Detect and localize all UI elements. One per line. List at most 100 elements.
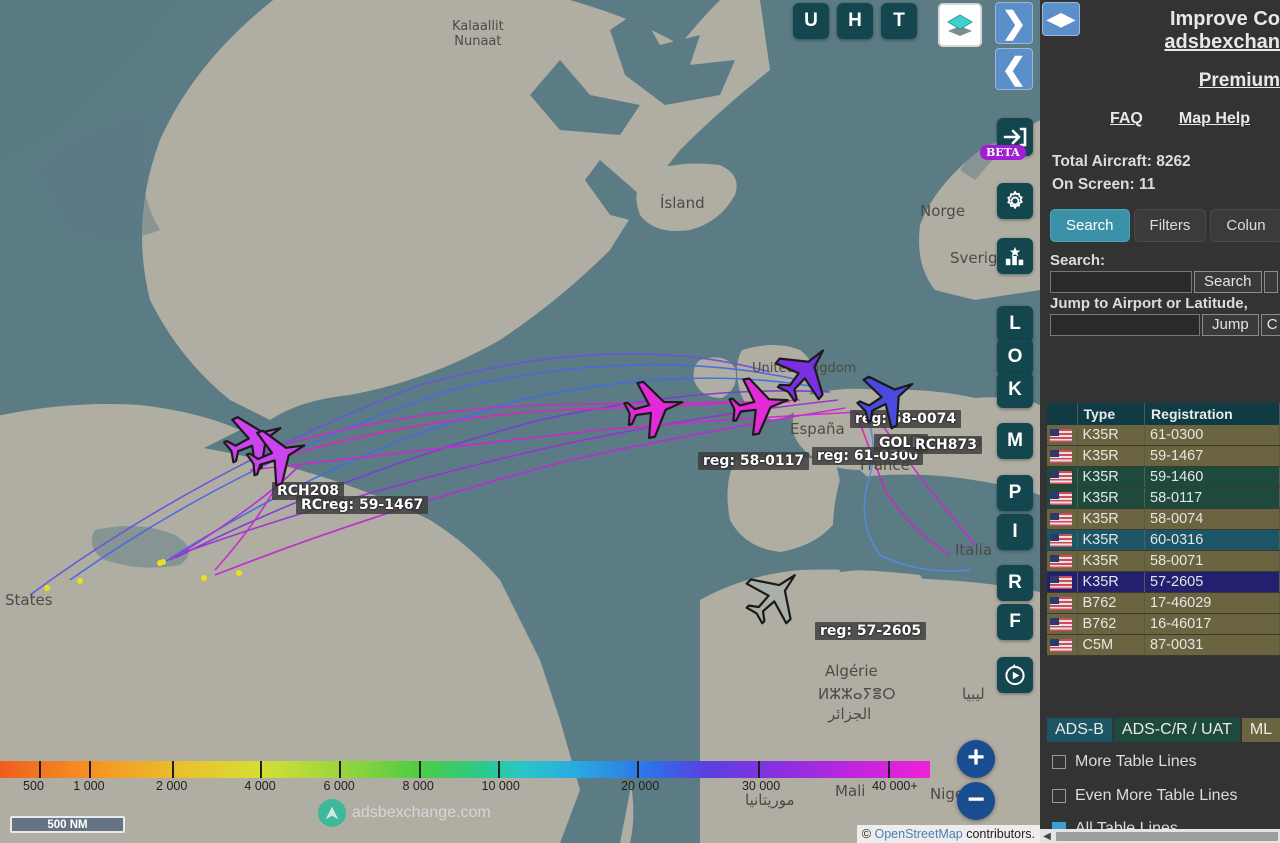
jump-input[interactable] [1050,313,1200,336]
map-side-button-p[interactable]: P [997,475,1033,511]
sidebar-resize-handle[interactable]: ◀▶ [1042,2,1080,36]
row-type: B762 [1077,613,1146,635]
osm-link[interactable]: OpenStreetMap [874,827,962,841]
table-row[interactable]: B76217-46029RCH873 [1047,592,1280,614]
scale-tick-40000 [888,761,891,778]
zoom-out-button[interactable]: − [957,782,995,820]
jump-button[interactable]: Jump [1202,313,1259,336]
checkbox-even-more-table-lines[interactable]: Even More Table Lines [1052,787,1237,805]
adsbexchange-logo-icon [318,799,346,827]
us-flag-icon [1050,470,1072,484]
search-input-row: Search [1050,270,1280,293]
table-row[interactable]: K35R 57-2605 [1047,571,1280,593]
layers-icon[interactable] [938,3,982,47]
us-flag-icon [1050,428,1072,442]
row-registration: 17-46029 [1144,592,1280,614]
us-flag-icon [1050,638,1072,652]
map-side-button-l[interactable]: L [997,306,1033,342]
settings-button[interactable] [997,183,1033,219]
map-help-link[interactable]: Map Help [1179,110,1250,128]
map-button-u[interactable]: U [793,3,829,39]
row-type: K35R [1077,445,1146,467]
col-flag[interactable] [1047,403,1078,425]
search-extra-button[interactable] [1263,270,1278,293]
table-row[interactable]: K35R 59-1460 [1047,466,1280,488]
table-row[interactable]: B76216-46017RCH208 [1047,613,1280,635]
aircraft-label-reg-58-0117[interactable]: reg: 58-0117 [698,452,810,470]
row-flag [1047,508,1078,530]
adsb-exchange-app: Kalaallit Nunaat Ísland Norge Sverige United… [0,0,1280,843]
map-button-h[interactable]: H [837,3,873,39]
scroll-left-arrow-icon[interactable]: ◀ [1040,831,1054,842]
layers-glyph [947,14,973,36]
map-side-button-m[interactable]: M [997,423,1033,459]
aircraft-label-reg-57-2605[interactable]: reg: 57-2605 [815,622,927,640]
badge-adsb[interactable]: ADS-B [1047,718,1112,742]
badge-mlat[interactable]: ML [1241,718,1280,742]
tab-filters[interactable]: Filters [1133,208,1207,242]
zoom-in-button[interactable]: + [957,740,995,778]
altitude-scale-labels: 500 1 000 2 000 4 000 6 000 8 000 10 000 20 000… [0,779,960,797]
aircraft-label-reg-58-0074[interactable]: reg: 58-0074 [850,410,962,428]
aircraft-label-reg-59-1467[interactable]: RCreg: 59-1467 [296,496,429,514]
scrollbar-thumb[interactable] [1056,831,1278,841]
tab-search[interactable]: Search [1050,208,1130,242]
table-row[interactable]: K35R 59-1467 [1047,445,1280,467]
table-row[interactable]: K35R60-0316GOLD91 [1047,529,1280,551]
checkbox-even-more-table-lines-box[interactable] [1052,789,1066,803]
aircraft-table[interactable]: Type Registration Callsign K35R61-0300K3… [1047,403,1280,656]
col-type[interactable]: Type [1077,403,1146,425]
faq-link[interactable]: FAQ [1110,110,1143,128]
scale-label-1000: 1 000 [73,779,105,793]
row-type: K35R [1077,425,1146,446]
row-flag [1047,445,1078,467]
badge-adsc-uat[interactable]: ADS-C/R / UAT [1113,718,1240,742]
row-flag [1047,571,1078,593]
tab-columns[interactable]: Colun [1210,208,1280,242]
map-canvas[interactable]: Kalaallit Nunaat Ísland Norge Sverige United… [0,0,1040,843]
panel-collapse-left-button[interactable]: ❮ [995,48,1033,90]
panel-expand-right-button[interactable]: ❯ [995,2,1033,44]
watermark-text: adsbexchange.com [352,804,491,821]
row-type: K35R [1077,571,1146,593]
map-button-t[interactable]: T [881,3,917,39]
table-row[interactable]: C5M87-0031RCH2077 [1047,634,1280,656]
premium-link[interactable]: Premium [1178,70,1280,92]
map-side-button-f[interactable]: F [997,604,1033,640]
col-registration[interactable]: Registration [1144,403,1280,425]
scale-label-10000: 10 000 [481,779,520,793]
table-row[interactable]: K35R 61-0300 [1047,425,1280,446]
map-side-button-o[interactable]: O [997,339,1033,375]
improve-coverage-title: Improve Co [1169,8,1280,30]
row-registration: 57-2605 [1144,571,1280,593]
jump-extra-button[interactable]: C [1260,313,1280,336]
us-flag-icon [1050,617,1072,631]
playback-button[interactable] [997,657,1033,693]
map-side-button-k[interactable]: K [997,372,1033,408]
aircraft-label-RCH873[interactable]: RCH873 [910,436,982,454]
table-row[interactable]: K35R58-0071GOLD31 [1047,550,1280,572]
table-row[interactable]: K35R 58-0074 [1047,508,1280,530]
checkbox-more-table-lines-box[interactable] [1052,755,1066,769]
us-flag-icon [1050,491,1072,505]
table-row[interactable]: K35R 58-0117 [1047,487,1280,509]
map-side-button-i[interactable]: I [997,514,1033,550]
row-registration: 16-46017 [1144,613,1280,635]
search-input[interactable] [1050,270,1192,293]
adsbexchange-link[interactable]: adsbexchan [1160,31,1280,54]
checkbox-more-table-lines[interactable]: More Table Lines [1052,753,1197,771]
scale-tick-10000 [497,761,500,778]
datasource-badges: ADS-B ADS-C/R / UAT ML [1047,718,1280,742]
row-flag [1047,466,1078,488]
sidebar-horizontal-scrollbar[interactable]: ◀ [1040,829,1280,843]
gear-icon [1007,190,1023,209]
map-side-button-r[interactable]: R [997,565,1033,601]
map-button-u-label: U [804,10,818,31]
checkbox-more-table-lines-label: More Table Lines [1075,753,1197,770]
on-screen-count: On Screen: 11 [1052,176,1156,194]
scale-label-6000: 6 000 [323,779,355,793]
row-flag [1047,529,1078,551]
statistics-button[interactable] [997,238,1033,274]
scale-tick-6000 [339,761,342,778]
search-button[interactable]: Search [1194,270,1262,293]
